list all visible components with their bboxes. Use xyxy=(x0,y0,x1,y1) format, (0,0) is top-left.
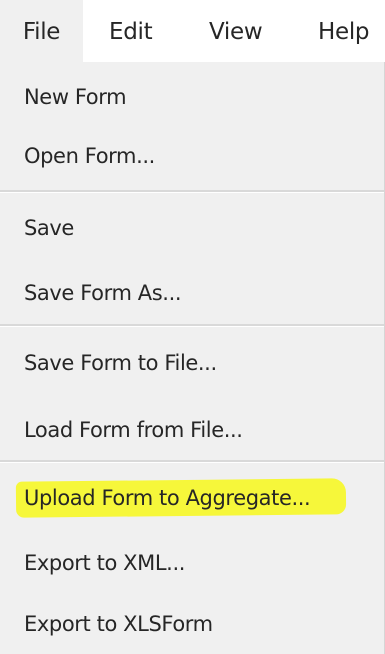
menu-edit-label: Edit xyxy=(109,19,153,45)
application-window: File Edit View Help New Form Open Form..… xyxy=(0,0,385,654)
menu-separator xyxy=(0,324,384,327)
menu-item-open-form-label: Open Form... xyxy=(24,144,155,168)
menu-item-upload-form-to-aggregate[interactable]: Upload Form to Aggregate... xyxy=(0,467,384,529)
menu-separator xyxy=(0,460,384,463)
menu-item-export-to-xml[interactable]: Export to XML... xyxy=(0,532,384,594)
menu-item-open-form[interactable]: Open Form... xyxy=(0,125,384,187)
menu-item-upload-form-to-aggregate-label: Upload Form to Aggregate... xyxy=(24,486,311,510)
menu-item-new-form[interactable]: New Form xyxy=(0,66,384,128)
file-menu-dropdown: New Form Open Form... Save Save Form As.… xyxy=(0,62,385,654)
menu-item-save-label: Save xyxy=(24,216,74,240)
menu-view-label: View xyxy=(209,19,263,45)
menu-help[interactable]: Help xyxy=(318,0,370,62)
menu-bar: File Edit View Help xyxy=(0,0,385,62)
menu-item-save-form-as-label: Save Form As... xyxy=(24,281,182,305)
menu-item-export-to-xml-label: Export to XML... xyxy=(24,551,186,575)
menu-help-label: Help xyxy=(318,19,370,45)
menu-item-export-to-xlsform-label: Export to XLSForm xyxy=(24,612,213,636)
menu-item-export-to-xlsform[interactable]: Export to XLSForm xyxy=(0,593,384,654)
menu-item-save-form-to-file[interactable]: Save Form to File... xyxy=(0,332,384,394)
menu-item-new-form-label: New Form xyxy=(24,85,127,109)
menu-separator xyxy=(0,190,384,193)
menu-edit[interactable]: Edit xyxy=(109,0,153,62)
menu-item-save-form-to-file-label: Save Form to File... xyxy=(24,351,217,375)
menu-file[interactable]: File xyxy=(0,0,83,62)
menu-item-load-form-from-file[interactable]: Load Form from File... xyxy=(0,399,384,461)
menu-view[interactable]: View xyxy=(209,0,263,62)
menu-file-label: File xyxy=(22,19,61,45)
menu-item-load-form-from-file-label: Load Form from File... xyxy=(24,418,243,442)
menu-item-save[interactable]: Save xyxy=(0,197,384,259)
menu-item-save-form-as[interactable]: Save Form As... xyxy=(0,262,384,324)
